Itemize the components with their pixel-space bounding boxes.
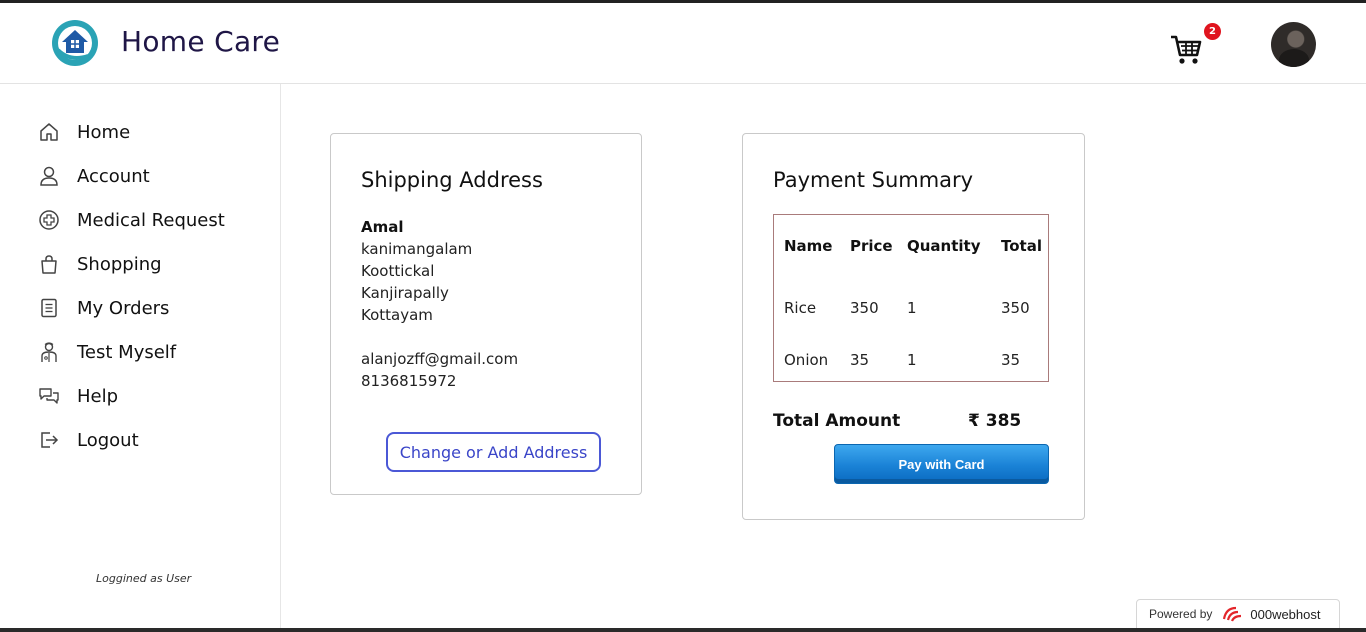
- sidebar-item-label: Help: [77, 385, 119, 407]
- shipping-address-card: Shipping Address Amal kanimangalam Koott…: [330, 133, 642, 495]
- table-cell-price: 35: [850, 351, 870, 369]
- contact-email: alanjozff@gmail.com: [361, 350, 519, 368]
- sidebar-item-label: Logout: [77, 429, 139, 451]
- app-title: Home Care: [121, 25, 281, 58]
- logged-in-status: Loggined as User: [96, 572, 192, 585]
- address-line: kanimangalam: [361, 240, 473, 258]
- sidebar-item-test-myself[interactable]: Test Myself: [38, 337, 176, 367]
- address-line: Kottayam: [361, 306, 433, 324]
- app-header: Home Care 2: [0, 3, 1366, 84]
- payment-title: Payment Summary: [773, 168, 974, 192]
- medical-cross-icon: [38, 209, 60, 231]
- powered-by-badge[interactable]: Powered by 000webhost: [1136, 599, 1340, 629]
- shipping-title: Shipping Address: [361, 168, 543, 192]
- orders-list-icon: [38, 297, 60, 319]
- logout-icon: [38, 429, 60, 451]
- pay-with-card-button[interactable]: Pay with Card: [834, 444, 1049, 484]
- table-cell-quantity: 1: [907, 351, 917, 369]
- table-cell-total: 35: [1001, 351, 1021, 369]
- user-icon: [38, 165, 60, 187]
- user-avatar[interactable]: [1271, 22, 1316, 67]
- sidebar: Home Account Medical Request Shopping My…: [0, 84, 281, 632]
- change-address-button[interactable]: Change or Add Address: [386, 432, 601, 472]
- table-cell-name: Onion: [784, 351, 829, 369]
- sidebar-item-label: Medical Request: [77, 209, 225, 231]
- webhost-logo-icon: [1223, 606, 1242, 622]
- sidebar-item-shopping[interactable]: Shopping: [38, 249, 162, 279]
- total-amount-label: Total Amount: [773, 411, 901, 431]
- table-cell-name: Rice: [784, 299, 817, 317]
- sidebar-item-logout[interactable]: Logout: [38, 425, 139, 455]
- table-header-quantity: Quantity: [907, 237, 981, 255]
- doctor-icon: [38, 341, 60, 363]
- sidebar-item-label: Account: [77, 165, 150, 187]
- home-hand-logo-icon[interactable]: [50, 18, 100, 68]
- recipient-name: Amal: [361, 218, 404, 236]
- sidebar-item-medical-request[interactable]: Medical Request: [38, 205, 225, 235]
- sidebar-item-help[interactable]: Help: [38, 381, 118, 411]
- powered-by-label: Powered by: [1149, 607, 1213, 621]
- home-icon: [38, 121, 60, 143]
- contact-phone: 8136815972: [361, 372, 457, 390]
- sidebar-item-home[interactable]: Home: [38, 117, 130, 147]
- cart-icon[interactable]: [1168, 31, 1204, 67]
- sidebar-item-label: My Orders: [77, 297, 170, 319]
- sidebar-item-my-orders[interactable]: My Orders: [38, 293, 169, 323]
- table-cell-quantity: 1: [907, 299, 917, 317]
- payment-summary-card: Payment Summary Name Price Quantity Tota…: [742, 133, 1085, 520]
- cart-count-badge: 2: [1204, 23, 1221, 40]
- webhost-brand: 000webhost: [1250, 606, 1321, 622]
- address-line: Koottickal: [361, 262, 435, 280]
- address-line: Kanjirapally: [361, 284, 449, 302]
- total-amount-value: ₹ 385: [968, 411, 1022, 431]
- bottom-border: [0, 628, 1366, 632]
- sidebar-item-account[interactable]: Account: [38, 161, 150, 191]
- sidebar-item-label: Home: [77, 121, 131, 143]
- table-cell-total: 350: [1001, 299, 1030, 317]
- table-header-name: Name: [784, 237, 833, 255]
- table-header-total: Total: [1001, 237, 1042, 255]
- table-header-price: Price: [850, 237, 893, 255]
- sidebar-item-label: Test Myself: [77, 341, 177, 363]
- chat-bubbles-icon: [38, 385, 60, 407]
- order-items-table: Name Price Quantity Total Rice 350 1 350…: [773, 214, 1049, 382]
- shopping-bag-icon: [38, 253, 60, 275]
- table-cell-price: 350: [850, 299, 879, 317]
- sidebar-item-label: Shopping: [77, 253, 162, 275]
